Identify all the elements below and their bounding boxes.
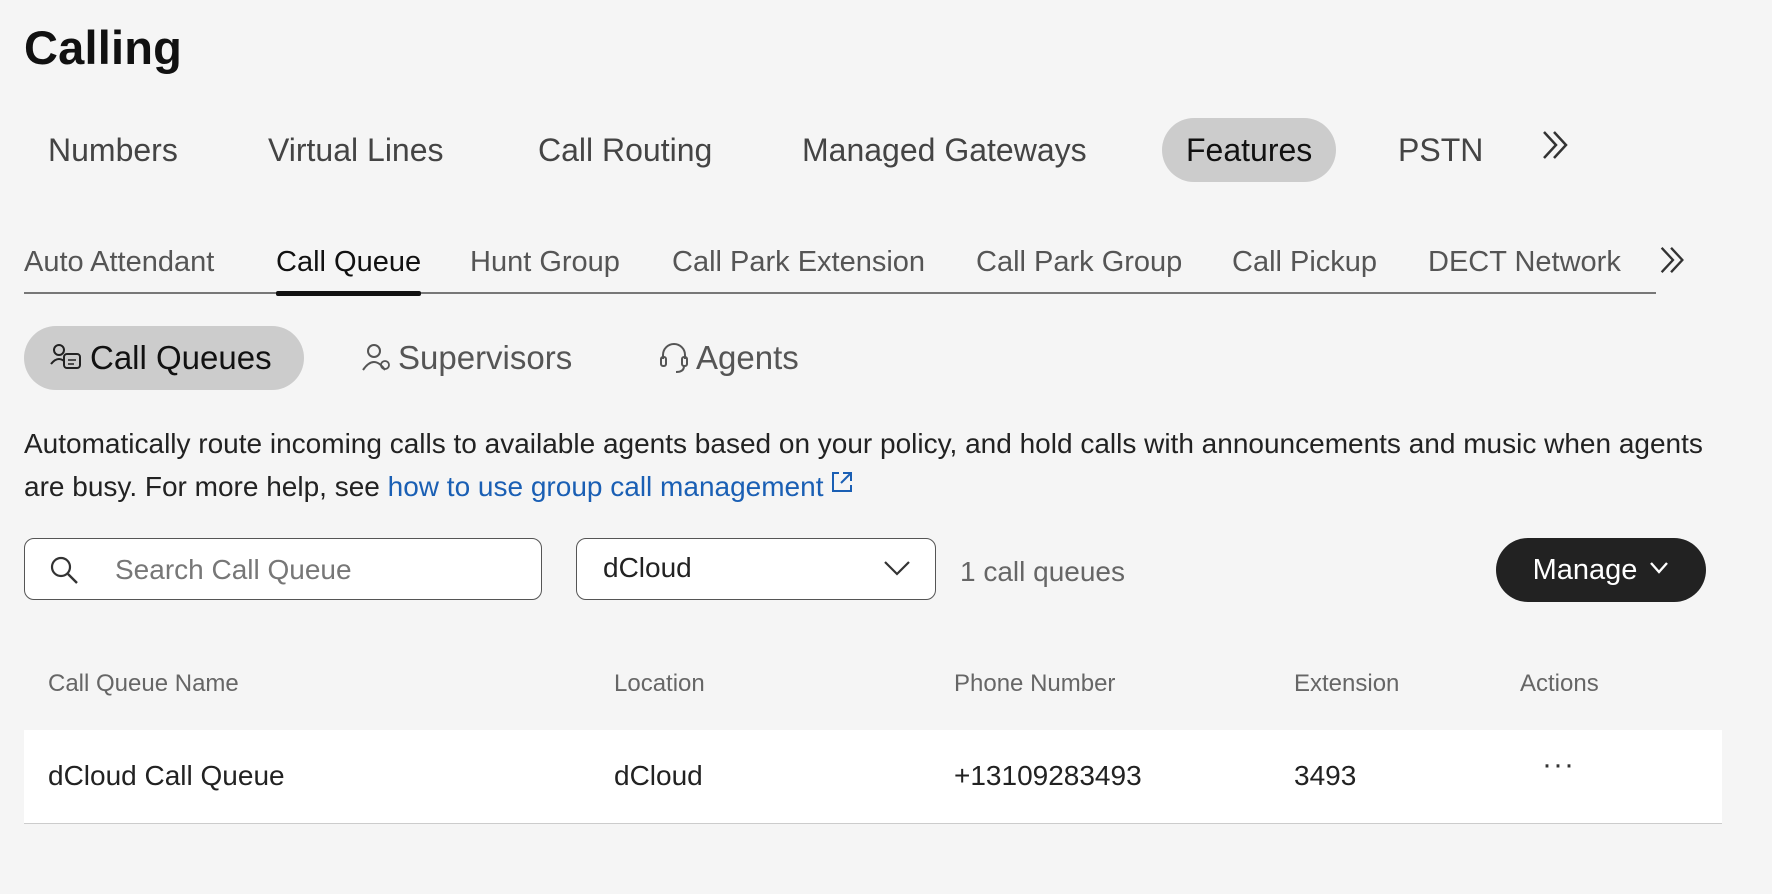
subtab-hunt-group[interactable]: Hunt Group [470,246,620,290]
supervisor-icon [362,344,390,371]
pill-agents-label: Agents [696,339,799,376]
queue-count: 1 call queues [960,556,1126,587]
search-input[interactable] [113,547,517,593]
subtab-call-pickup[interactable]: Call Pickup [1232,246,1377,290]
subtab-auto-attendant[interactable]: Auto Attendant [24,246,214,290]
column-header-phone[interactable]: Phone Number [954,670,1115,698]
tab-pstn[interactable]: PSTN [1374,118,1507,182]
tab-virtual-lines[interactable]: Virtual Lines [244,118,468,182]
more-subtabs-chevron-icon[interactable] [1656,244,1688,285]
chevron-down-icon [1650,562,1669,575]
manage-button[interactable]: Manage [1496,538,1706,602]
table-row[interactable]: dCloud Call Queue dCloud +13109283493 34… [24,730,1722,824]
column-header-name[interactable]: Call Queue Name [48,670,239,698]
tab-numbers[interactable]: Numbers [24,118,202,182]
tab-features[interactable]: Features [1162,118,1337,182]
chevron-down-icon [884,561,910,576]
pill-call-queues[interactable]: Call Queues [24,326,304,390]
column-header-extension[interactable]: Extension [1294,670,1399,698]
more-actions-icon[interactable]: ··· [1542,748,1575,782]
tab-managed-gateways[interactable]: Managed Gateways [778,118,1111,182]
description-text: Automatically route incoming calls to av… [24,428,1703,502]
search-icon [50,556,78,584]
subtab-call-queue[interactable]: Call Queue [276,246,422,296]
column-header-location[interactable]: Location [614,670,705,698]
cell-phone-number: +13109283493 [954,760,1142,791]
pill-supervisors[interactable]: Supervisors [336,326,606,390]
external-link-icon[interactable] [829,464,855,507]
tab-call-routing[interactable]: Call Routing [514,118,736,182]
help-link[interactable]: how to use group call management [388,471,824,502]
more-tabs-chevron-icon[interactable] [1538,128,1572,171]
pill-agents[interactable]: Agents [634,326,854,390]
subtab-call-park-group[interactable]: Call Park Group [976,246,1182,290]
location-select-value: dCloud [603,552,692,583]
location-select[interactable]: dCloud [576,538,936,600]
call-queues-icon [50,344,81,370]
feature-sub-tabs: Auto Attendant Call Queue Hunt Group Cal… [24,240,1656,296]
description: Automatically route incoming calls to av… [24,422,1724,510]
pill-call-queues-label: Call Queues [90,339,272,376]
headset-icon [660,343,688,374]
manage-button-label: Manage [1532,554,1638,586]
search-field[interactable] [24,538,542,600]
subtab-dect-network[interactable]: DECT Network [1428,246,1621,290]
page-title: Calling [24,21,183,74]
cell-location: dCloud [614,760,703,791]
cell-queue-name[interactable]: dCloud Call Queue [48,760,285,792]
pill-supervisors-label: Supervisors [398,339,573,376]
column-header-actions: Actions [1520,670,1599,697]
cell-extension: 3493 [1294,760,1357,791]
subtab-call-park-extension[interactable]: Call Park Extension [672,246,925,290]
